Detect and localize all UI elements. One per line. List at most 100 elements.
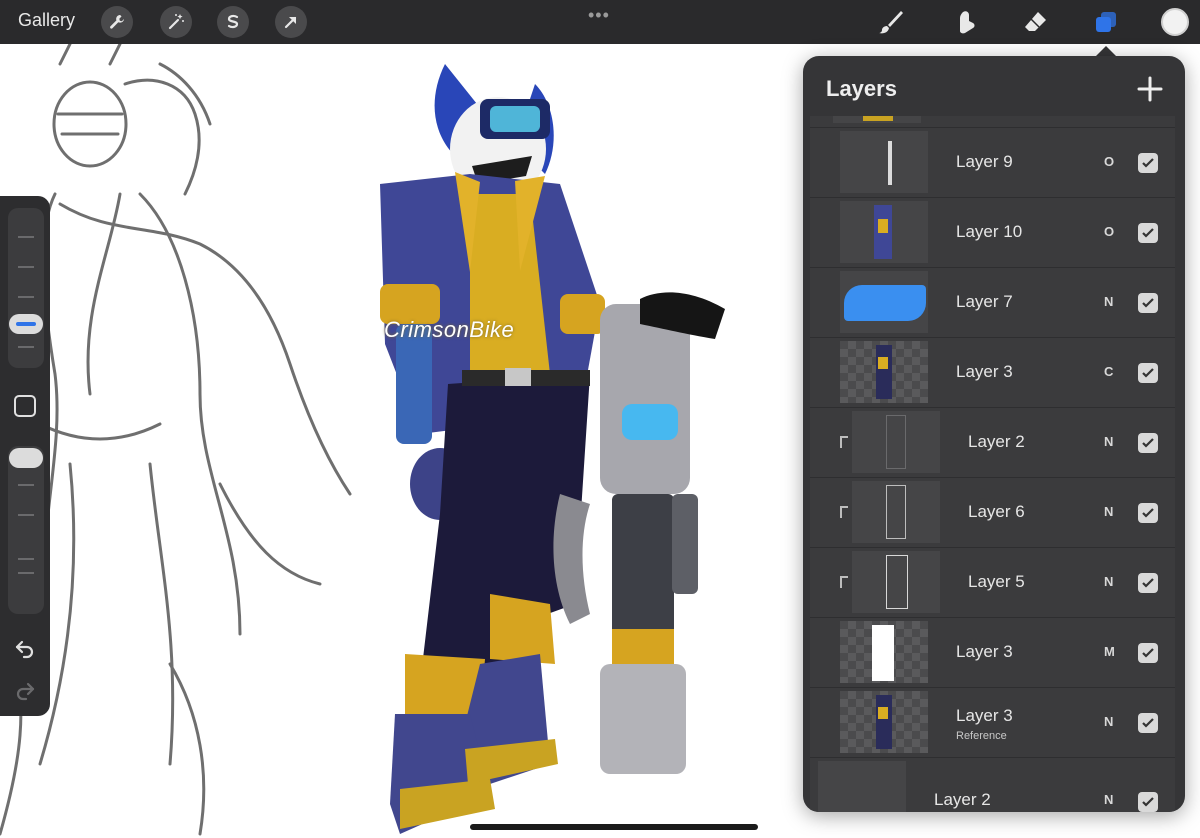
layers-panel: Layers Layer 9 O Layer 10 O Layer 7 N La… xyxy=(803,56,1185,812)
layer-name: Layer 3 xyxy=(956,642,1013,661)
home-indicator[interactable] xyxy=(470,824,758,830)
layer-thumbnail xyxy=(840,271,928,333)
size-handle-indicator xyxy=(16,322,36,326)
layer-name: Layer 7 xyxy=(956,292,1013,311)
clipping-mask-icon xyxy=(840,506,848,518)
selection-icon[interactable] xyxy=(217,6,249,38)
layer-visibility-checkbox[interactable] xyxy=(1138,503,1158,523)
wrench-icon[interactable] xyxy=(101,6,133,38)
blend-mode-indicator[interactable]: N xyxy=(1104,294,1113,309)
check-icon xyxy=(1142,508,1154,518)
blend-mode-indicator[interactable]: C xyxy=(1104,364,1113,379)
slider-tick xyxy=(18,266,34,268)
smudge-icon[interactable] xyxy=(949,6,981,38)
brush-size-handle[interactable] xyxy=(9,314,43,334)
layer-visibility-checkbox[interactable] xyxy=(1138,573,1158,593)
layer-row[interactable]: Layer 5 N xyxy=(810,548,1175,618)
layer-row-partial[interactable] xyxy=(810,116,1175,128)
layer-visibility-checkbox[interactable] xyxy=(1138,713,1158,733)
layer-visibility-checkbox[interactable] xyxy=(1138,643,1158,663)
transform-arrow-icon[interactable] xyxy=(275,6,307,38)
layer-name: Layer 3 xyxy=(956,706,1013,725)
blend-mode-indicator[interactable]: N xyxy=(1104,504,1113,519)
slider-tick xyxy=(18,346,34,348)
blend-mode-indicator[interactable]: N xyxy=(1104,574,1113,589)
top-toolbar: Gallery ••• xyxy=(0,0,1200,44)
modify-button[interactable] xyxy=(14,395,36,417)
slider-tick xyxy=(18,296,34,298)
layer-thumbnail xyxy=(852,411,940,473)
layer-row[interactable]: Layer 6 N xyxy=(810,478,1175,548)
character-figure xyxy=(380,64,605,834)
opacity-slider[interactable] xyxy=(8,446,44,614)
check-icon xyxy=(1142,368,1154,378)
layers-icon[interactable] xyxy=(1090,6,1122,38)
layer-row[interactable]: Layer 2 N xyxy=(810,408,1175,478)
brush-icon[interactable] xyxy=(875,6,907,38)
check-icon xyxy=(1142,578,1154,588)
slider-tick xyxy=(18,572,34,574)
slider-tick xyxy=(18,558,34,560)
check-icon xyxy=(1142,718,1154,728)
sketch-figure xyxy=(0,44,352,836)
check-icon xyxy=(1142,648,1154,658)
layer-row[interactable]: Layer 7 N xyxy=(810,268,1175,338)
gallery-button[interactable]: Gallery xyxy=(18,10,75,31)
undo-icon[interactable] xyxy=(13,636,37,660)
slider-tick xyxy=(18,484,34,486)
layer-visibility-checkbox[interactable] xyxy=(1138,363,1158,383)
layer-visibility-checkbox[interactable] xyxy=(1138,792,1158,812)
check-icon xyxy=(1142,797,1154,807)
blend-mode-indicator[interactable]: O xyxy=(1104,224,1114,239)
layer-visibility-checkbox[interactable] xyxy=(1138,433,1158,453)
blend-mode-indicator[interactable]: N xyxy=(1104,434,1113,449)
redo-icon[interactable] xyxy=(13,678,37,702)
layer-name: Layer 10 xyxy=(956,222,1023,241)
layer-thumbnail xyxy=(840,621,928,683)
magic-wand-icon[interactable] xyxy=(160,6,192,38)
layer-name: Layer 2 xyxy=(934,790,991,809)
layer-visibility-checkbox[interactable] xyxy=(1138,223,1158,243)
check-icon xyxy=(1142,228,1154,238)
layer-name: Layer 6 xyxy=(968,502,1025,521)
eraser-icon[interactable] xyxy=(1019,6,1051,38)
layer-visibility-checkbox[interactable] xyxy=(1138,293,1158,313)
opacity-handle[interactable] xyxy=(9,448,43,468)
layer-row[interactable]: Layer 3 Reference N xyxy=(810,688,1175,758)
blend-mode-indicator[interactable]: M xyxy=(1104,644,1115,659)
blend-mode-indicator[interactable]: O xyxy=(1104,154,1114,169)
layer-row[interactable]: Layer 2 N xyxy=(810,758,1175,812)
layer-row[interactable]: Layer 10 O xyxy=(810,198,1175,268)
layer-thumbnail xyxy=(840,131,928,193)
brush-size-slider[interactable] xyxy=(8,208,44,368)
layer-visibility-checkbox[interactable] xyxy=(1138,153,1158,173)
layer-row[interactable]: Layer 9 O xyxy=(810,128,1175,198)
more-dots-handle[interactable]: ••• xyxy=(588,5,610,26)
clipping-mask-icon xyxy=(840,576,848,588)
layers-panel-title: Layers xyxy=(826,76,897,101)
layer-row[interactable]: Layer 3 C xyxy=(810,338,1175,408)
layer-name: Layer 2 xyxy=(968,432,1025,451)
check-icon xyxy=(1142,158,1154,168)
left-sidebar xyxy=(0,196,50,716)
layer-thumbnail xyxy=(818,761,906,812)
check-icon xyxy=(1142,438,1154,448)
layer-thumbnail xyxy=(840,691,928,753)
slider-tick xyxy=(18,236,34,238)
layer-row[interactable]: Layer 3 M xyxy=(810,618,1175,688)
blend-mode-indicator[interactable]: N xyxy=(1104,714,1113,729)
color-picker-swatch[interactable] xyxy=(1161,8,1189,36)
plus-icon[interactable] xyxy=(1135,74,1165,104)
layer-list[interactable]: Layer 9 O Layer 10 O Layer 7 N Layer 3 C… xyxy=(810,116,1175,812)
layer-thumbnail xyxy=(852,551,940,613)
layer-thumbnail xyxy=(840,341,928,403)
blend-mode-indicator[interactable]: N xyxy=(1104,792,1113,807)
reference-label: Reference xyxy=(956,730,1007,742)
layer-name: Layer 5 xyxy=(968,572,1025,591)
slider-tick xyxy=(18,514,34,516)
check-icon xyxy=(1142,298,1154,308)
artist-watermark: CrimsonBike xyxy=(384,317,515,342)
layer-thumbnail xyxy=(833,116,921,123)
layer-thumbnail xyxy=(852,481,940,543)
layer-name: Layer 9 xyxy=(956,152,1013,171)
